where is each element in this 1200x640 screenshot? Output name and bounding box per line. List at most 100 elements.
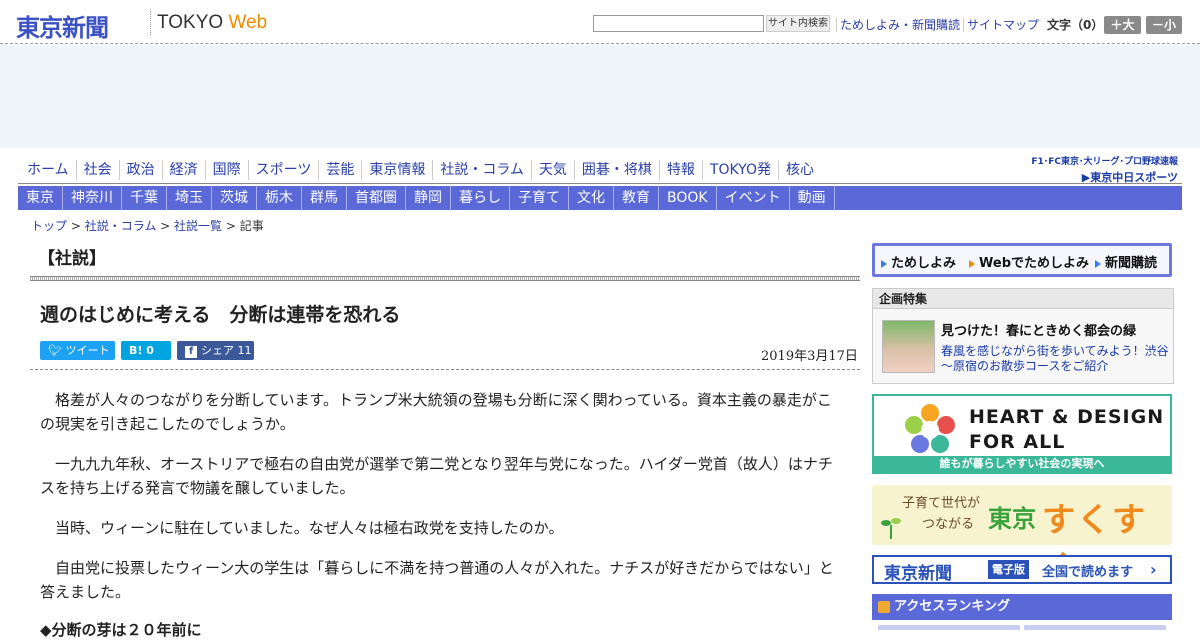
secondary-nav: 東京 神奈川 千葉 埼玉 茨城 栃木 群馬 首都圏 静岡 暮らし 子育て 文化 教育 BOOK イベント 動画 bbox=[18, 186, 1182, 210]
article-body: 格差が人々のつながりを分断しています。トランプ米大統領の登場も分断に深く関わって… bbox=[40, 388, 846, 620]
feature-title[interactable]: 見つけた！春にときめく都会の緑 bbox=[941, 320, 1136, 339]
feature-description[interactable]: 春風を感じながら街を歩いてみよう！渋谷～原宿のお散歩コースをご紹介 bbox=[941, 344, 1169, 374]
breadcrumb: トップ > 社説・コラム > 社説一覧 > 記事 bbox=[31, 217, 264, 234]
breadcrumb-editorial-list[interactable]: 社説一覧 bbox=[174, 219, 222, 233]
breadcrumb-sep: > bbox=[67, 219, 85, 233]
heart-design-title-1: HEART & DESIGN bbox=[969, 406, 1165, 428]
article-paragraph: 自由党に投票したウィーン大の学生は「暮らしに不満を持つ普通の人々が入れた。ナチス… bbox=[40, 559, 834, 601]
sidebar-subscribe-link[interactable]: 新聞購読 bbox=[1095, 252, 1157, 271]
sidebar-trial-link[interactable]: ためしよみ bbox=[881, 252, 956, 271]
access-ranking-title: アクセスランキング bbox=[894, 599, 1010, 614]
nav-item-entertainment[interactable]: 芸能 bbox=[318, 160, 361, 180]
nav2-item-shizuoka[interactable]: 静岡 bbox=[406, 186, 451, 210]
section-label: 【社説】 bbox=[38, 249, 106, 269]
nav-item-go-shogi[interactable]: 囲碁・将棋 bbox=[573, 160, 659, 180]
arrow-icon bbox=[1095, 259, 1101, 268]
hatena-bookmark-button[interactable]: B! 0 bbox=[121, 341, 171, 360]
feature-box: 企画特集 見つけた！春にときめく都会の緑 春風を感じながら街を歩いてみよう！渋谷… bbox=[872, 288, 1174, 384]
nav-item-international[interactable]: 国際 bbox=[204, 160, 248, 180]
ranking-tab[interactable] bbox=[878, 625, 1020, 630]
feature-thumbnail[interactable] bbox=[882, 320, 935, 373]
site-search-input[interactable] bbox=[593, 15, 764, 32]
heart-design-banner[interactable]: HEART & DESIGN FOR ALL 誰もが暮らしやすい社会の実現へ bbox=[872, 394, 1172, 474]
facebook-share-label: シェア 11 bbox=[201, 344, 252, 357]
ad-banner-area bbox=[0, 45, 1200, 148]
nav2-item-parenting[interactable]: 子育て bbox=[510, 186, 569, 210]
nav-item-politics[interactable]: 政治 bbox=[118, 160, 162, 180]
digital-edition-badge: 電子版 bbox=[988, 560, 1029, 579]
breadcrumb-top[interactable]: トップ bbox=[31, 219, 67, 233]
font-size-label: 文字（0） bbox=[1047, 18, 1104, 32]
primary-nav: ホーム 社会 政治 経済 国際 スポーツ 芸能 東京情報 社説・コラム 天気 囲碁・将棋 特報 TOKY… bbox=[18, 160, 821, 182]
nav-item-economy[interactable]: 経済 bbox=[161, 160, 205, 180]
site-header: 東京新聞 TOKYO Web サイト内検索 ためしよみ・新聞購読 サイトマップ 文… bbox=[0, 0, 1200, 44]
facebook-f-icon: f bbox=[185, 346, 197, 358]
header-links: ためしよみ・新聞購読 サイトマップ bbox=[836, 16, 1043, 33]
sidebar-web-trial-link[interactable]: Webでためしよみ bbox=[969, 252, 1089, 271]
sidebar-web-trial-label: Webでためしよみ bbox=[979, 256, 1089, 271]
chunichi-sports-tagline: F1･FC東京･大リーグ･プロ野球速報 bbox=[1031, 157, 1178, 167]
nav2-item-tochigi[interactable]: 栃木 bbox=[257, 186, 302, 210]
nav2-item-kanagawa[interactable]: 神奈川 bbox=[63, 186, 122, 210]
arrow-icon bbox=[881, 259, 887, 268]
tokyo-web-logo[interactable]: TOKYO Web bbox=[157, 12, 267, 34]
nav2-item-saitama[interactable]: 埼玉 bbox=[167, 186, 212, 210]
breadcrumb-sep: > bbox=[222, 219, 240, 233]
tokyo-web-logo-text: TOKYO bbox=[157, 12, 229, 33]
nav-item-tokyo-info[interactable]: 東京情報 bbox=[361, 160, 432, 180]
twitter-share-button[interactable]: 🐦︎ ツイート bbox=[40, 341, 115, 360]
nav-item-home[interactable]: ホーム bbox=[18, 160, 76, 180]
section-divider bbox=[30, 276, 860, 281]
nav2-item-living[interactable]: 暮らし bbox=[451, 186, 510, 210]
nav-divider bbox=[18, 183, 1182, 184]
twitter-bird-icon: 🐦︎ bbox=[48, 344, 66, 357]
nav2-item-gunma[interactable]: 群馬 bbox=[302, 186, 347, 210]
link-trial-subscribe[interactable]: ためしよみ・新聞購読 bbox=[836, 18, 964, 32]
sukusuku-tagline-2: つながる bbox=[922, 517, 975, 532]
facebook-share-button[interactable]: f シェア 11 bbox=[177, 341, 254, 360]
nav2-item-tokyo[interactable]: 東京 bbox=[18, 186, 63, 210]
tokyo-web-logo-web: Web bbox=[228, 12, 268, 33]
link-sitemap[interactable]: サイトマップ bbox=[963, 18, 1043, 32]
nav-item-editorial-column[interactable]: 社説・コラム bbox=[432, 160, 531, 180]
article-paragraph: 一九九九年秋、オーストリアで極右の自由党が選挙で第二党となり翌年与党になった。ハ… bbox=[40, 455, 833, 497]
nav-item-kakushin[interactable]: 核心 bbox=[777, 160, 821, 180]
font-smaller-button[interactable]: －小 bbox=[1146, 16, 1182, 34]
sukusuku-tokyo: 東京 bbox=[988, 505, 1036, 533]
nav2-item-metropolitan[interactable]: 首都圏 bbox=[347, 186, 406, 210]
chunichi-sports-link[interactable]: F1･FC東京･大リーグ･プロ野球速報 ▶東京中日スポーツ bbox=[1026, 154, 1178, 185]
nav2-item-video[interactable]: 動画 bbox=[790, 186, 835, 210]
article-date: 2019年3月17日 bbox=[761, 349, 858, 364]
breadcrumb-editorial-column[interactable]: 社説・コラム bbox=[85, 219, 157, 233]
site-logo[interactable]: 東京新聞 bbox=[16, 8, 109, 43]
article-paragraph: 格差が人々のつながりを分断しています。トランプ米大統領の登場も分断に深く関わって… bbox=[40, 391, 832, 433]
breadcrumb-current: 記事 bbox=[239, 219, 264, 233]
twitter-share-label: ツイート bbox=[65, 344, 110, 357]
heart-design-title-2: FOR ALL bbox=[969, 431, 1066, 453]
nav-item-special-report[interactable]: 特報 bbox=[658, 160, 702, 180]
nav2-item-events[interactable]: イベント bbox=[717, 186, 790, 210]
nav-item-society[interactable]: 社会 bbox=[75, 160, 119, 180]
feature-heading: 企画特集 bbox=[873, 289, 1173, 309]
nav-item-tokyo-hatsu[interactable]: TOKYO発 bbox=[701, 160, 778, 180]
ranking-tab[interactable] bbox=[1024, 625, 1166, 630]
ranking-icon bbox=[878, 601, 890, 613]
article-divider bbox=[30, 369, 860, 370]
nav2-item-culture[interactable]: 文化 bbox=[569, 186, 614, 210]
nav-item-weather[interactable]: 天気 bbox=[530, 160, 574, 180]
sprout-icon bbox=[881, 518, 901, 539]
ranking-tabs bbox=[878, 625, 1166, 630]
nav-item-sports[interactable]: スポーツ bbox=[247, 160, 319, 180]
heart-design-tagline: 誰もが暮らしやすい社会の実現へ bbox=[874, 456, 1170, 472]
nav2-item-education[interactable]: 教育 bbox=[614, 186, 659, 210]
nav2-item-chiba[interactable]: 千葉 bbox=[122, 186, 167, 210]
tokyo-sukusuku-banner[interactable]: 子育て世代が つながる 東京 すくすく bbox=[872, 485, 1172, 587]
site-search-button[interactable]: サイト内検索 bbox=[766, 15, 830, 32]
chevron-right-icon: › bbox=[1150, 560, 1157, 579]
nav2-item-book[interactable]: BOOK bbox=[659, 186, 717, 210]
digital-edition-banner[interactable]: 東京新聞 電子版 全国で読めます › bbox=[872, 555, 1172, 584]
access-ranking-header: アクセスランキング bbox=[872, 594, 1172, 620]
font-larger-button[interactable]: ＋大 bbox=[1104, 16, 1141, 34]
digital-edition-logo: 東京新聞 bbox=[884, 564, 952, 584]
nav2-item-ibaraki[interactable]: 茨城 bbox=[212, 186, 257, 210]
